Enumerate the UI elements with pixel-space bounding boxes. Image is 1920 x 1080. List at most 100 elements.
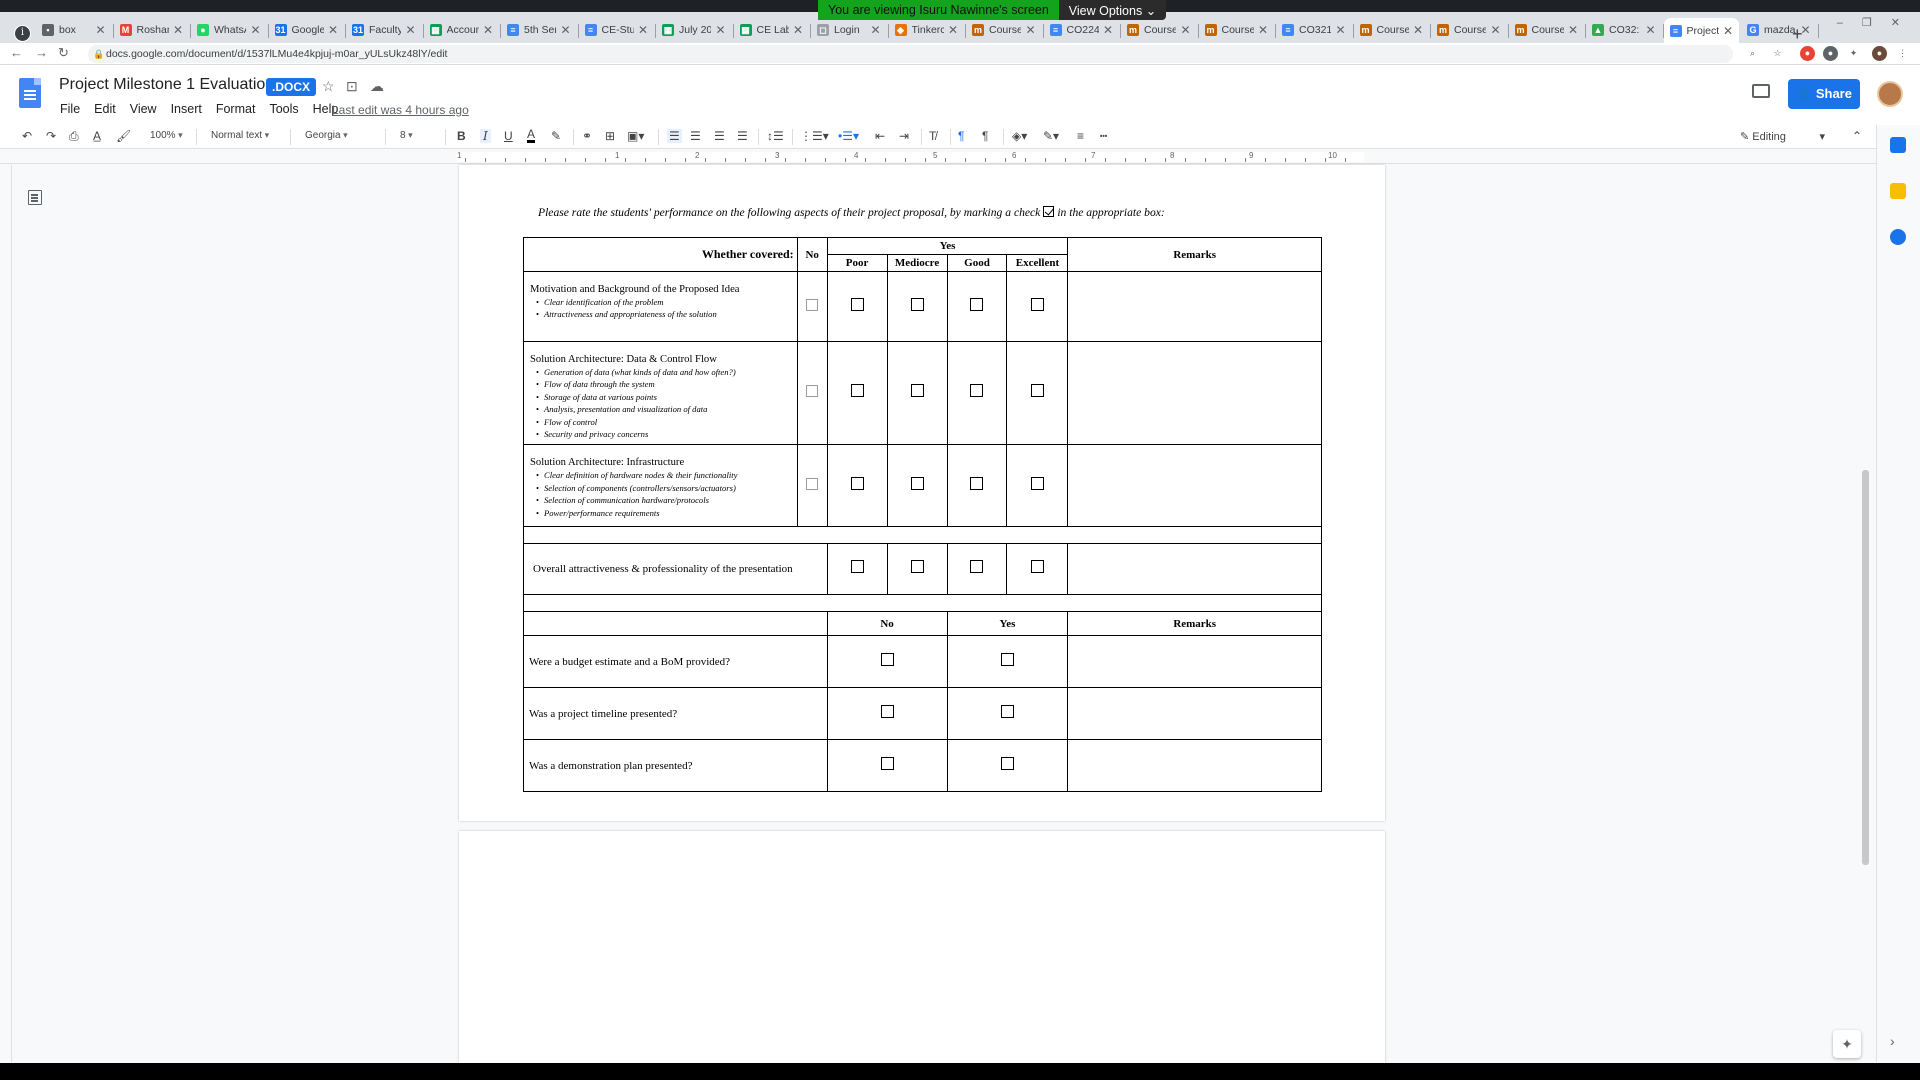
tab-close-icon[interactable]: ✕ xyxy=(870,23,880,37)
tab-close-icon[interactable]: ✕ xyxy=(1180,23,1190,37)
remarks-cell[interactable] xyxy=(1067,543,1322,596)
tab[interactable]: m Course ✕ xyxy=(966,16,1042,43)
tab[interactable]: m Course ✕ xyxy=(1509,16,1585,43)
decrease-indent-icon[interactable]: ⇤ xyxy=(875,129,885,143)
docx-badge[interactable]: .DOCX xyxy=(266,78,317,96)
checkbox-yes[interactable] xyxy=(1000,756,1014,770)
redo-icon[interactable]: ↷ xyxy=(46,129,56,143)
tab[interactable]: m Course ✕ xyxy=(1431,16,1507,43)
checkbox-good[interactable] xyxy=(970,384,984,398)
tab[interactable]: ▦ Accoun ✕ xyxy=(424,16,500,43)
keep-icon[interactable] xyxy=(1890,183,1906,199)
scrollbar[interactable] xyxy=(1862,470,1869,865)
tab[interactable]: ▦ CE Lab ✕ xyxy=(734,16,810,43)
tab-close-icon[interactable]: ✕ xyxy=(1025,23,1035,37)
bookmark-star-icon[interactable]: ☆ xyxy=(1770,46,1785,61)
explore-icon[interactable]: ✦ xyxy=(1833,1030,1861,1058)
checkbox-no[interactable] xyxy=(806,477,819,490)
remarks-cell[interactable] xyxy=(1067,739,1322,793)
editing-mode-dropdown[interactable]: ✎ Editing ▾ xyxy=(1740,130,1825,143)
tab[interactable]: m Course ✕ xyxy=(1354,16,1430,43)
lock-icon[interactable]: 🔒 xyxy=(93,45,104,63)
checkbox-no[interactable] xyxy=(880,652,894,666)
remarks-cell[interactable] xyxy=(1067,444,1322,528)
tab[interactable]: ≡ 5th Ser ✕ xyxy=(501,16,577,43)
show-side-panel-icon[interactable]: › xyxy=(1890,1033,1895,1049)
checkbox-no[interactable] xyxy=(880,756,894,770)
checkbox-mediocre[interactable] xyxy=(910,476,924,490)
calendar-icon[interactable] xyxy=(1890,137,1906,153)
collapse-menus-icon[interactable]: ⌃ xyxy=(1852,129,1862,143)
tab[interactable]: ≡ CO321 ✕ xyxy=(1276,16,1352,43)
tab[interactable]: ● WhatsA ✕ xyxy=(191,16,267,43)
tab-close-icon[interactable]: ✕ xyxy=(1490,23,1500,37)
bold-icon[interactable]: B xyxy=(457,129,466,143)
tab[interactable]: m Course ✕ xyxy=(1121,16,1197,43)
remarks-cell[interactable] xyxy=(1067,271,1322,342)
rtl-text-icon[interactable]: ¶ xyxy=(982,129,988,143)
menu-item[interactable]: Format xyxy=(216,102,256,116)
spellcheck-icon[interactable]: A̲ xyxy=(93,129,101,143)
menu-item[interactable]: Edit xyxy=(94,102,116,116)
zoom-dropdown[interactable]: 100% xyxy=(150,130,183,141)
border-width-icon[interactable]: ≡ xyxy=(1077,129,1084,143)
justify-icon[interactable]: ☰ xyxy=(737,129,748,143)
remarks-cell[interactable] xyxy=(1067,687,1322,741)
menu-item[interactable]: File xyxy=(60,102,80,116)
tab-close-icon[interactable]: ✕ xyxy=(638,23,648,37)
tab-close-icon[interactable]: ✕ xyxy=(250,23,260,37)
forward-icon[interactable]: → xyxy=(35,45,48,60)
tab-close-icon[interactable]: ✕ xyxy=(793,23,803,37)
back-icon[interactable]: ← xyxy=(10,45,23,60)
text-color-icon[interactable]: A xyxy=(527,128,536,143)
checkbox-no[interactable] xyxy=(880,704,894,718)
tab[interactable]: ≡ CO224 ✕ xyxy=(1044,16,1120,43)
menu-item[interactable]: Insert xyxy=(171,102,202,116)
tasks-icon[interactable] xyxy=(1890,229,1906,245)
info-icon[interactable]: i xyxy=(14,25,31,42)
tab-close-icon[interactable]: ✕ xyxy=(1568,23,1578,37)
tab[interactable]: ▦ July 20 ✕ xyxy=(656,16,732,43)
tab-active[interactable]: ≡ Project ✕ xyxy=(1663,18,1739,44)
underline-icon[interactable]: U xyxy=(504,129,513,143)
tab-close-icon[interactable]: ✕ xyxy=(1335,23,1345,37)
checkbox-good[interactable] xyxy=(970,297,984,311)
checkbox-good[interactable] xyxy=(970,476,984,490)
star-icon[interactable]: ☆ xyxy=(322,78,335,95)
adblock-extension-icon[interactable]: ● xyxy=(1800,46,1815,61)
ltr-text-icon[interactable]: ¶ xyxy=(958,129,964,143)
paint-format-icon[interactable]: 🖌 xyxy=(116,129,131,143)
extensions-puzzle-icon[interactable]: ✦ xyxy=(1846,46,1861,61)
cloud-status-icon[interactable]: ☁ xyxy=(370,78,384,95)
checkbox-poor[interactable] xyxy=(850,297,864,311)
tab[interactable]: ▪ box ✕ xyxy=(36,16,112,43)
window-controls[interactable]: – ❐ ✕ xyxy=(1837,16,1908,29)
style-dropdown[interactable]: Normal text xyxy=(211,130,269,141)
move-folder-icon[interactable]: ⊡ xyxy=(346,78,358,95)
align-right-icon[interactable]: ☰ xyxy=(714,129,725,143)
border-color-icon[interactable]: ✎▾ xyxy=(1043,129,1059,143)
checkbox-excellent[interactable] xyxy=(1030,476,1044,490)
tab-close-icon[interactable]: ✕ xyxy=(483,23,493,37)
checkbox-poor[interactable] xyxy=(850,384,864,398)
browser-menu-icon[interactable]: ⋮ xyxy=(1895,46,1910,61)
checkbox-poor[interactable] xyxy=(850,476,864,490)
add-comment-icon[interactable]: ⊞ xyxy=(605,129,615,143)
horizontal-ruler[interactable]: 1 1 2 3 4 5 6 7 8 9 10 xyxy=(0,150,1920,164)
tab-close-icon[interactable]: ✕ xyxy=(560,23,570,37)
clear-formatting-icon[interactable]: T̸ xyxy=(929,129,936,143)
comment-history-icon[interactable] xyxy=(1752,84,1770,98)
remarks-cell[interactable] xyxy=(1067,635,1322,689)
increase-indent-icon[interactable]: ⇥ xyxy=(899,129,909,143)
document-outline-icon[interactable] xyxy=(28,190,42,205)
line-spacing-icon[interactable]: ↕☰ xyxy=(767,129,784,143)
highlight-icon[interactable]: ✎ xyxy=(551,129,561,143)
border-dash-icon[interactable]: ┅ xyxy=(1100,129,1107,143)
bulleted-list-icon[interactable]: •☰▾ xyxy=(838,129,859,143)
font-dropdown[interactable]: Georgia xyxy=(305,130,348,141)
tab-close-icon[interactable]: ✕ xyxy=(173,23,183,37)
menu-item[interactable]: Tools xyxy=(269,102,298,116)
avatar[interactable] xyxy=(1877,81,1903,107)
profile-avatar-icon[interactable]: ● xyxy=(1872,46,1887,61)
tab[interactable]: ≡ CE-Stu ✕ xyxy=(579,16,655,43)
